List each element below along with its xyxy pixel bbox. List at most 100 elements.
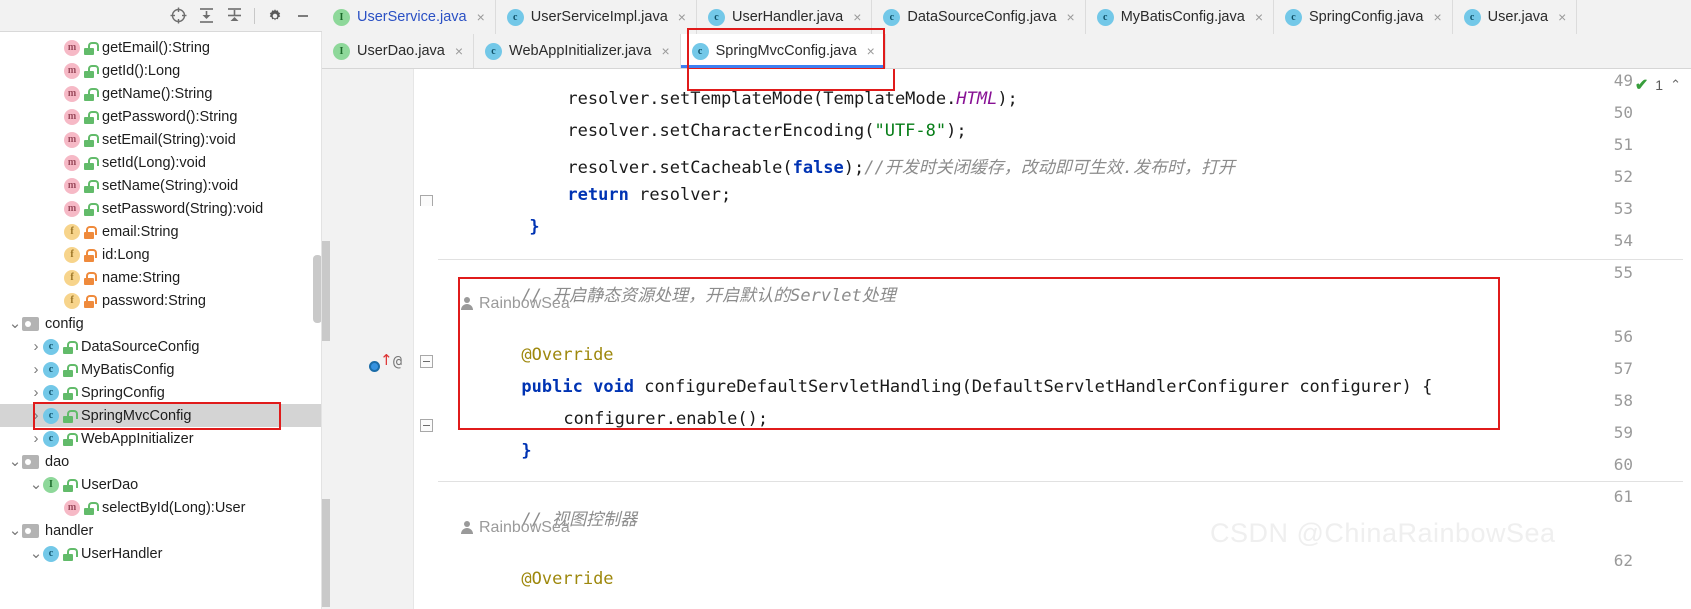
- chevron-up-icon[interactable]: ⌃: [1670, 77, 1681, 93]
- chevron-right-icon[interactable]: ›: [29, 361, 43, 378]
- close-icon[interactable]: ×: [477, 9, 485, 25]
- tree-item-setname-string-void[interactable]: m setName(String):void: [0, 174, 322, 197]
- editor-tab-userhandler-java[interactable]: c UserHandler.java ×: [696, 0, 873, 34]
- run-marker-icon[interactable]: [369, 361, 380, 372]
- editor-scrollbar-thumb-lower[interactable]: [322, 499, 330, 607]
- chevron-down-icon[interactable]: ⌄: [8, 454, 22, 469]
- close-icon[interactable]: ×: [661, 43, 669, 59]
- editor-tab-userserviceimpl-java[interactable]: c UserServiceImpl.java ×: [495, 0, 697, 34]
- method-icon: m: [64, 131, 80, 148]
- editor-tab-springmvcconfig-java[interactable]: c SpringMvcConfig.java ×: [680, 34, 886, 68]
- inspection-widget[interactable]: ✔ 1 ⌃: [1635, 75, 1681, 95]
- tree-item-name-string[interactable]: f name:String: [0, 266, 322, 289]
- chevron-right-icon[interactable]: ›: [29, 430, 43, 447]
- method-icon: m: [64, 200, 80, 217]
- close-icon[interactable]: ×: [1433, 9, 1441, 25]
- tree-item-springconfig[interactable]: › c SpringConfig: [0, 381, 322, 404]
- tree-item-getid-long[interactable]: m getId():Long: [0, 59, 322, 82]
- chevron-right-icon[interactable]: ›: [29, 338, 43, 355]
- chevron-right-icon[interactable]: ›: [29, 407, 43, 424]
- editor-gutter-folds[interactable]: [414, 69, 438, 609]
- line-number: 57: [1613, 359, 1633, 378]
- project-structure-tree[interactable]: m getEmail():String m getId():Long m getName(…: [0, 32, 322, 565]
- tree-item-userhandler[interactable]: ⌄ c UserHandler: [0, 542, 322, 565]
- field-icon: f: [64, 292, 80, 309]
- tree-item-setemail-string-void[interactable]: m setEmail(String):void: [0, 128, 322, 151]
- chevron-down-icon[interactable]: ⌄: [29, 477, 43, 492]
- locate-icon[interactable]: [165, 4, 191, 28]
- tree-item-label: setId(Long):void: [102, 154, 206, 171]
- lock-open-icon: [62, 340, 78, 354]
- tree-item-label: SpringMvcConfig: [81, 407, 192, 424]
- override-arrow-icon[interactable]: ↑: [380, 351, 393, 369]
- close-icon[interactable]: ×: [455, 43, 463, 59]
- minimize-icon-svg: [298, 14, 308, 17]
- close-icon[interactable]: ×: [678, 9, 686, 25]
- lock-open-icon: [83, 110, 99, 124]
- editor-scrollbar-thumb-upper[interactable]: [322, 241, 330, 341]
- method-icon: m: [64, 108, 80, 125]
- editor-tab-userdao-java[interactable]: I UserDao.java ×: [322, 34, 475, 68]
- editor-gutter[interactable]: [322, 69, 414, 609]
- inspection-count: 1: [1655, 77, 1664, 93]
- editor-tab-user-java[interactable]: c User.java ×: [1452, 0, 1578, 34]
- chevron-down-icon[interactable]: ⌄: [29, 546, 43, 561]
- tree-item-setid-long-void[interactable]: m setId(Long):void: [0, 151, 322, 174]
- tree-item-userdao[interactable]: ⌄ I UserDao: [0, 473, 322, 496]
- close-icon[interactable]: ×: [1067, 9, 1075, 25]
- close-icon[interactable]: ×: [867, 43, 875, 59]
- fold-marker[interactable]: [420, 195, 433, 206]
- class-icon: c: [43, 407, 59, 424]
- person-icon: [460, 297, 473, 311]
- gear-icon-svg: [269, 8, 281, 20]
- tree-item-id-long[interactable]: f id:Long: [0, 243, 322, 266]
- annotation-marker-icon[interactable]: @: [393, 352, 402, 370]
- tree-item-label: config: [45, 315, 84, 332]
- editor-tab-webappinitializer-java[interactable]: c WebAppInitializer.java ×: [474, 34, 681, 68]
- lock-open-icon: [83, 156, 99, 170]
- method-icon: m: [64, 85, 80, 102]
- tree-item-label: SpringConfig: [81, 384, 165, 401]
- collapse-all-icon[interactable]: [221, 4, 247, 28]
- tree-item-selectbyid-long-user[interactable]: m selectById(Long):User: [0, 496, 322, 519]
- close-icon[interactable]: ×: [1558, 9, 1566, 25]
- class-icon: c: [43, 338, 59, 355]
- editor-tab-datasourceconfig-java[interactable]: c DataSourceConfig.java ×: [872, 0, 1086, 34]
- chevron-right-icon[interactable]: ›: [29, 384, 43, 401]
- tree-item-setpassword-string-void[interactable]: m setPassword(String):void: [0, 197, 322, 220]
- line-number: 52: [1613, 167, 1633, 186]
- expand-all-icon[interactable]: [193, 4, 219, 28]
- tree-item-mybatisconfig[interactable]: › c MyBatisConfig: [0, 358, 322, 381]
- line-number: 49: [1613, 71, 1633, 90]
- lock-closed-icon: [83, 225, 97, 239]
- fold-marker[interactable]: [420, 419, 433, 432]
- tree-item-email-string[interactable]: f email:String: [0, 220, 322, 243]
- fold-marker[interactable]: [420, 355, 433, 368]
- line-number: 59: [1613, 423, 1633, 442]
- tree-item-getname-string[interactable]: m getName():String: [0, 82, 322, 105]
- gear-icon[interactable]: [262, 4, 288, 28]
- tree-item-label: dao: [45, 453, 70, 470]
- tree-item-dao[interactable]: ⌄ dao: [0, 450, 322, 473]
- chevron-down-icon[interactable]: ⌄: [8, 316, 22, 331]
- tree-item-password-string[interactable]: f password:String: [0, 289, 322, 312]
- minimize-icon[interactable]: [290, 4, 316, 28]
- close-icon[interactable]: ×: [853, 9, 861, 25]
- tree-item-getemail-string[interactable]: m getEmail():String: [0, 36, 322, 59]
- chevron-down-icon[interactable]: ⌄: [8, 523, 22, 538]
- tree-item-handler[interactable]: ⌄ handler: [0, 519, 322, 542]
- close-icon[interactable]: ×: [1255, 9, 1263, 25]
- editor-tab-label: User.java: [1487, 9, 1549, 25]
- editor-tab-springconfig-java[interactable]: c SpringConfig.java ×: [1274, 0, 1453, 34]
- editor-tab-mybatisconfig-java[interactable]: c MyBatisConfig.java ×: [1085, 0, 1274, 34]
- tree-item-webappinitializer[interactable]: › c WebAppInitializer: [0, 427, 322, 450]
- tree-item-getpassword-string[interactable]: m getPassword():String: [0, 105, 322, 128]
- tree-item-springmvcconfig[interactable]: › c SpringMvcConfig: [0, 404, 322, 427]
- editor-tab-label: UserDao.java: [357, 43, 445, 59]
- class-icon: c: [691, 42, 709, 60]
- lock-open-icon: [83, 501, 99, 515]
- tree-item-config[interactable]: ⌄ config: [0, 312, 322, 335]
- class-icon: c: [1096, 8, 1114, 26]
- editor-tab-userservice-java[interactable]: I UserService.java ×: [322, 0, 496, 34]
- tree-item-datasourceconfig[interactable]: › c DataSourceConfig: [0, 335, 322, 358]
